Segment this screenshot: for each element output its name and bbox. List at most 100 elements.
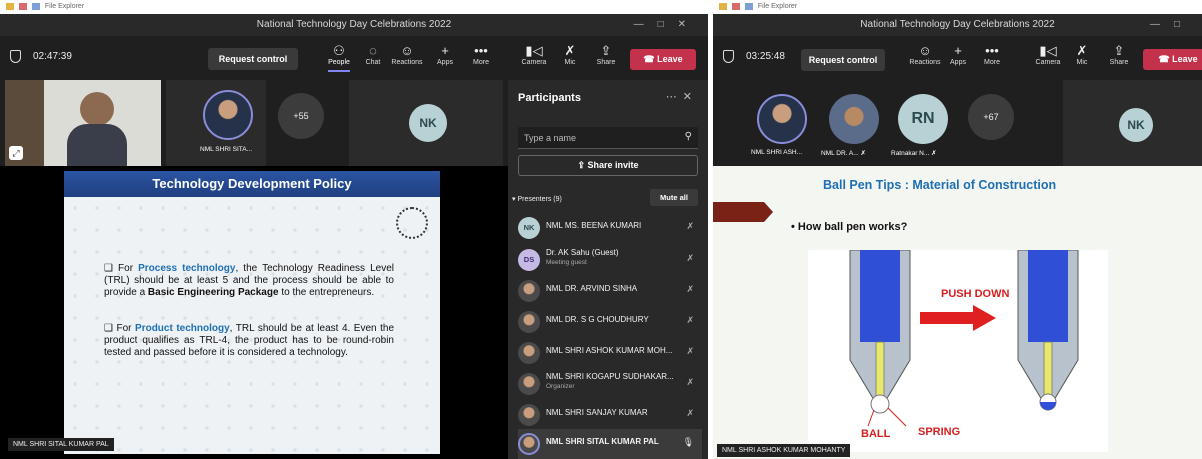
mic-off-icon: ✗ — [686, 253, 694, 263]
phone-icon: ☎ — [1158, 54, 1173, 64]
people-button[interactable]: ⚇ People — [322, 42, 356, 72]
spring-label: SPRING — [918, 426, 961, 438]
presenter-name-tag: NML SHRI ASHOK KUMAR MOHANTY — [717, 444, 851, 457]
title-bar: National Technology Day Celebrations 202… — [713, 14, 1202, 36]
phone-icon: ☎ — [643, 54, 658, 64]
ball-pen-diagram: PUSH DOWN BALL SPRING — [808, 249, 1108, 452]
camera-button[interactable]: ▮◁ Camera — [1031, 42, 1065, 66]
participant-row[interactable]: NML DR. ARVIND SINHA ✗ — [518, 276, 702, 306]
camera-off-icon: ▮◁ — [525, 43, 543, 58]
reactions-icon: ☺ — [400, 43, 414, 58]
plus-icon: + — [954, 43, 962, 58]
participant-row[interactable]: DS Dr. AK Sahu (Guest) Meeting guest ✗ — [518, 245, 702, 275]
more-icon: ••• — [985, 43, 999, 58]
overflow-count[interactable]: +67 — [968, 94, 1014, 140]
meeting-timer: 02:47:39 — [10, 50, 72, 63]
tile-name: Ratnakar N... ✗ — [891, 150, 937, 157]
video-tile-person2[interactable]: NML SHRI SITA... — [166, 80, 266, 166]
apps-button[interactable]: + Apps — [941, 42, 975, 66]
slide-title: Technology Development Policy — [64, 171, 440, 197]
shared-slide: Ball Pen Tips : Material of Construction… — [713, 166, 1202, 459]
overflow-count[interactable]: +55 — [278, 93, 324, 139]
properties-icon — [744, 2, 753, 10]
participant-row[interactable]: NML DR. S G CHOUDHURY ✗ — [518, 307, 702, 337]
more-button[interactable]: ••• More — [975, 42, 1009, 66]
mic-button[interactable]: ✗ Mic — [1065, 42, 1099, 66]
folder-icon — [719, 2, 727, 10]
meeting-toolbar: 02:47:39 Request control ⚇ People ◌ Chat… — [0, 36, 708, 80]
avatar — [203, 90, 253, 140]
mic-off-icon: ✗ — [686, 315, 694, 325]
ball-label: BALL — [861, 428, 891, 440]
request-control-button[interactable]: Request control — [208, 48, 298, 70]
avatar — [518, 433, 540, 455]
reactions-button[interactable]: ☺ Reactions — [908, 42, 942, 66]
mic-off-icon: ✗ — [860, 150, 866, 157]
share-icon: ⇪ — [600, 43, 612, 58]
search-input[interactable] — [518, 127, 698, 149]
share-invite-button[interactable]: ⇪ Share invite — [518, 155, 698, 176]
participants-panel: Participants ⋯✕ ⚲ ⇪ Share invite ▾ Prese… — [508, 80, 708, 459]
presenters-header[interactable]: ▾ Presenters (9) — [512, 195, 562, 203]
tile-name: NML SHRI SITA... — [200, 146, 253, 153]
avatar[interactable] — [757, 94, 807, 144]
avatar — [518, 342, 540, 364]
expand-icon[interactable]: ⤢ — [9, 146, 23, 160]
emblem-icon — [396, 207, 428, 239]
explorer-strip: File Explorer — [713, 0, 1202, 14]
avatar — [518, 373, 540, 395]
leave-button[interactable]: ☎ Leave — [630, 49, 696, 70]
shield-icon — [10, 50, 21, 63]
share-icon: ⇪ — [577, 160, 588, 170]
pen-tip-illustration — [849, 249, 1079, 427]
window-controls[interactable]: —□ — [1150, 14, 1194, 36]
leave-button[interactable]: ☎ Leave — [1143, 49, 1202, 70]
rn-avatar[interactable]: RN — [898, 94, 948, 144]
more-icon: ••• — [474, 43, 488, 58]
request-control-button[interactable]: Request control — [801, 49, 885, 71]
mic-off-icon: ✗ — [686, 221, 694, 231]
meeting-toolbar: 03:25:48 Request control ☺ Reactions + A… — [713, 36, 1202, 80]
mic-button[interactable]: ✗ Mic — [553, 42, 587, 66]
avatar[interactable] — [829, 94, 879, 144]
camera-button[interactable]: ▮◁ Camera — [517, 42, 551, 66]
folder-icon — [6, 2, 14, 10]
avatar — [518, 404, 540, 426]
tile-name: NML DR. A... ✗ — [821, 150, 866, 157]
explorer-label: File Explorer — [44, 3, 85, 10]
close-icon[interactable]: ⋯✕ — [666, 90, 698, 103]
share-icon: ⇪ — [1113, 43, 1125, 58]
share-button[interactable]: ⇪ Share — [1102, 42, 1136, 66]
share-button[interactable]: ⇪ Share — [589, 42, 623, 66]
explorer-label: File Explorer — [757, 3, 798, 10]
right-teams-window: File Explorer National Technology Day Ce… — [713, 0, 1202, 459]
participant-row[interactable]: NK NML MS. BEENA KUMARI ✗ — [518, 213, 702, 243]
window-controls[interactable]: —□✕ — [634, 14, 700, 36]
participant-row[interactable]: NML SHRI SITAL KUMAR PAL 🎙 — [518, 429, 702, 459]
reactions-button[interactable]: ☺ Reactions — [390, 42, 424, 66]
slide-bullet: • How ball pen works? — [791, 221, 908, 233]
presenter-name-tag: NML SHRI SITAL KUMAR PAL — [8, 438, 114, 451]
window-title: National Technology Day Celebrations 202… — [860, 19, 1055, 30]
checkbox-bullet-icon: ❑ — [104, 323, 113, 334]
search-icon: ⚲ — [684, 131, 692, 142]
speaker-body — [67, 124, 127, 166]
participant-row[interactable]: NML SHRI ASHOK KUMAR MOH... ✗ — [518, 338, 702, 368]
avatar: NK — [518, 217, 540, 239]
bullet-product: ❑ For Product technology, TRL should be … — [104, 323, 395, 358]
more-button[interactable]: ••• More — [464, 42, 498, 66]
camera-off-icon: ▮◁ — [1039, 43, 1057, 58]
video-tile-speaker[interactable]: ⤢ — [5, 80, 161, 166]
video-tile-nk[interactable]: NK — [1063, 80, 1202, 166]
participant-row[interactable]: NML SHRI SANJAY KUMAR ✗ — [518, 400, 702, 430]
left-teams-window: File Explorer National Technology Day Ce… — [0, 0, 708, 459]
mute-all-button[interactable]: Mute all — [650, 189, 698, 206]
avatar: DS — [518, 249, 540, 271]
timer-text: 02:47:39 — [33, 51, 72, 62]
video-tile-nk[interactable]: NK — [349, 80, 503, 166]
chat-button[interactable]: ◌ Chat — [356, 42, 390, 66]
participant-row[interactable]: NML SHRI KOGAPU SUDHAKAR... Organizer ✗ — [518, 369, 702, 399]
window-title: National Technology Day Celebrations 202… — [256, 19, 452, 30]
mic-off-icon: ✗ — [686, 346, 694, 356]
apps-button[interactable]: + Apps — [428, 42, 462, 66]
